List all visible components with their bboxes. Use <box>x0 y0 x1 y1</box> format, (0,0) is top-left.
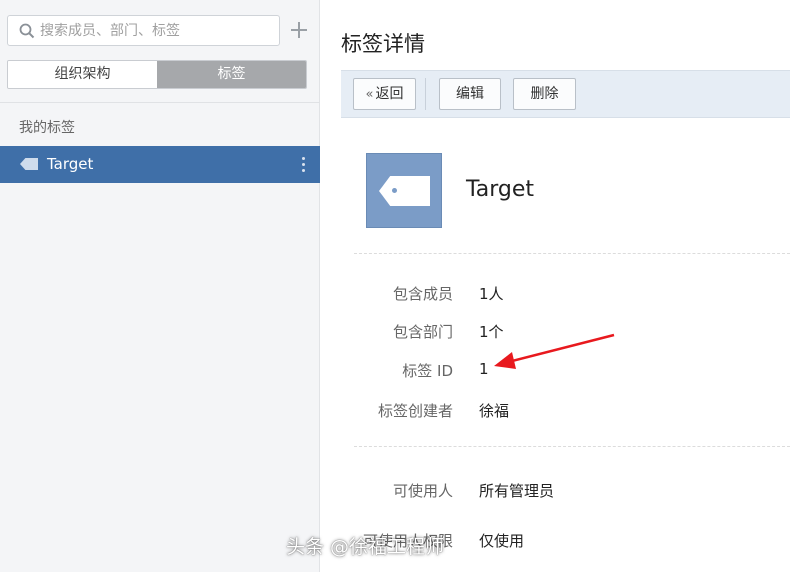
app-window: 组织架构 标签 我的标签 Target 标签详情 «返回 编辑 删除 Targe… <box>0 0 790 572</box>
annotation-arrow <box>494 333 615 369</box>
watermark: 头条 @徐福工程师 <box>286 536 445 558</box>
